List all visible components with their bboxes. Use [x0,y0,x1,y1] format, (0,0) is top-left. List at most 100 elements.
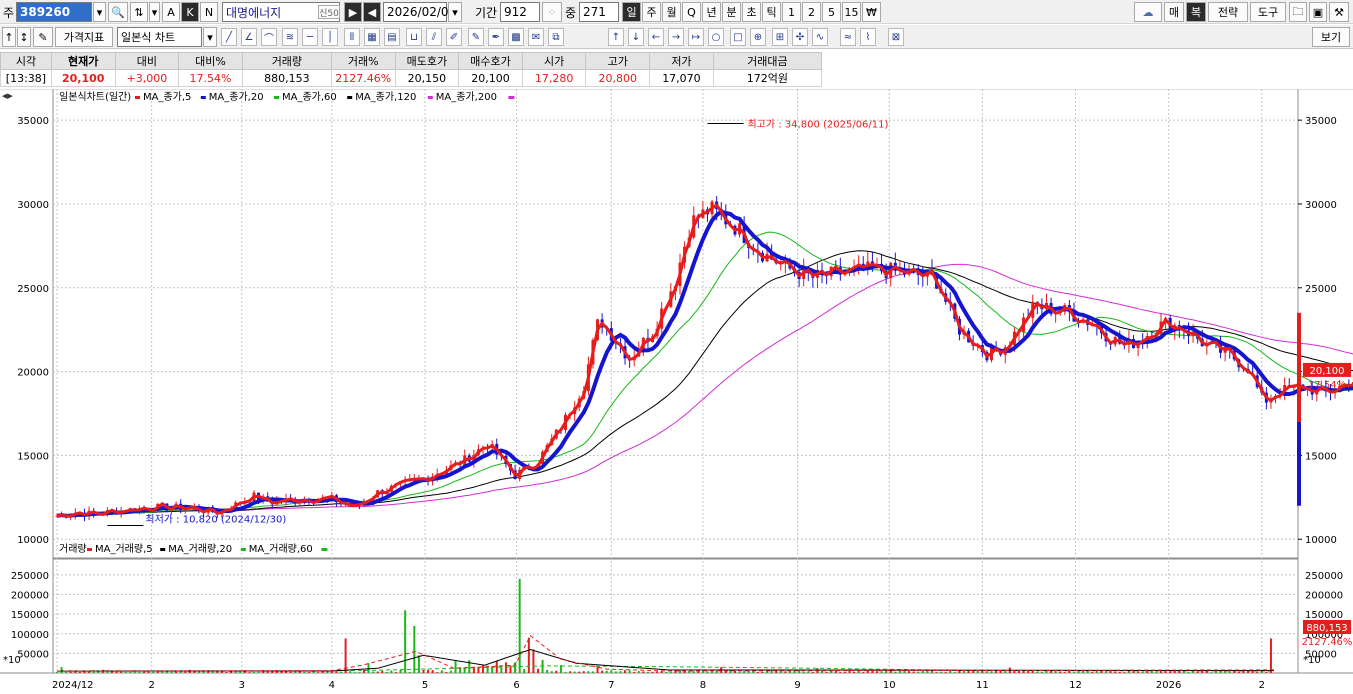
type-button-k[interactable]: K [181,2,199,22]
fit-tool-icon[interactable]: ⊞ [772,28,788,46]
quote-table: 시각 현재가 대비 대비% 거래량 거래% 매도호가 매수호가 시가 고가 저가 거래대금 [13:3… [0,52,823,88]
wave2-tool-icon[interactable]: ≈ [840,28,856,46]
period-input[interactable]: 912 [500,2,540,22]
volume-bar [404,610,407,673]
price-legend-swatch [135,96,140,99]
volume-bar [408,672,411,673]
volume-bar [372,671,375,673]
period-spin-icon[interactable]: ⁘ [542,2,562,22]
quote-value-cell: 17,070 [649,69,714,87]
view-button[interactable]: 보기 [1312,27,1350,47]
volume-tick-label-left: 100000 [11,630,49,641]
volume-bar [1114,671,1117,673]
edit-icon[interactable]: ✎ [33,27,53,47]
chart-type-select[interactable]: 일본식 차트 [117,27,202,47]
pen-tool-icon[interactable]: ✐ [446,28,462,46]
down-tool-icon[interactable]: ↓ [628,28,644,46]
fan-tool-icon[interactable]: ≋ [282,28,298,46]
circle-tool-icon[interactable]: ○ [708,28,724,46]
stock-code-input[interactable]: 389260 [16,2,92,22]
stock-chart[interactable]: 35000 35000 30000 30000 25000 25000 20000 20000… [0,88,1353,694]
indicator-button[interactable]: 가격지표 [55,27,113,47]
angle-tool-icon[interactable]: ∠ [241,28,257,46]
chart-area[interactable]: 35000 35000 30000 30000 25000 25000 20000 20000… [0,88,1353,694]
code-dropdown-icon[interactable]: ▾ [93,2,106,22]
zoom-tool-icon[interactable]: ⊕ [750,28,766,46]
compound-button[interactable]: 복 [1186,2,1206,22]
price-tick-label-left: 10000 [17,535,49,546]
sort-icon[interactable]: ⇅ [130,2,148,22]
chart-type-dropdown-icon[interactable]: ▾ [203,27,217,47]
target-tool-icon[interactable]: ✣ [792,28,808,46]
cycle-tool-icon[interactable]: ⫽ [426,28,442,46]
next-stock-button[interactable]: ▶ [344,2,362,22]
quote-header-cell: 현재가 [50,52,116,70]
type-button-n[interactable]: N [200,2,218,22]
mark-tool-icon[interactable]: ⊠ [888,28,904,46]
volume-bar [60,667,63,673]
timeframe-button[interactable]: 2 [802,2,821,22]
new-search-button[interactable]: 신50 [318,5,340,19]
sort-dropdown-icon[interactable]: ▾ [149,2,160,22]
volume-bar [967,671,970,673]
cloud-icon[interactable]: ☁ [1134,2,1162,22]
price-legend-item-label: MA_종가,120 [355,91,416,103]
zigzag-tool-icon[interactable]: ⌇ [860,28,876,46]
date-dropdown-icon[interactable]: ▾ [448,2,462,22]
timeframe-button[interactable]: 일 [622,2,641,22]
buy-button[interactable]: 매 [1164,2,1184,22]
timeframe-button[interactable]: 월 [662,2,681,22]
save-icon[interactable]: ▣ [1309,2,1327,22]
wrench-icon[interactable]: ⚒ [1329,2,1349,22]
up-arrow-icon[interactable]: ↑ [2,27,16,47]
price-tick-label-left: 20000 [17,368,49,379]
volume-bar [1251,670,1254,673]
timeframe-button[interactable]: ₩ [862,2,881,22]
tools-button[interactable]: 도구 [1250,2,1286,22]
volume-bar [752,671,755,673]
fib-tool-icon[interactable]: ⊔ [406,28,422,46]
bars-tool-icon[interactable]: ⦀ [344,28,360,46]
count-input[interactable]: 271 [579,2,619,22]
line-tool-icon[interactable]: ╱ [221,28,237,46]
volume-bar [637,671,640,673]
copy-tool-icon[interactable]: ⧉ [548,28,564,46]
more-tool-icon[interactable]: ↦ [688,28,704,46]
note-tool-icon[interactable]: ✉ [528,28,544,46]
timeframe-button[interactable]: 분 [722,2,741,22]
timeframe-button[interactable]: Q [682,2,701,22]
up-tool-icon[interactable]: ↑ [608,28,624,46]
quote-value-cell: [13:38] [0,69,52,87]
vline-tool-icon[interactable]: │ [322,28,338,46]
hline-tool-icon[interactable]: ─ [302,28,318,46]
timeframe-button[interactable]: 5 [822,2,841,22]
timeframe-button[interactable]: 틱 [762,2,781,22]
timeframe-button[interactable]: 15 [842,2,861,22]
folder-icon[interactable]: 🗀 [1289,2,1307,22]
strategy-button[interactable]: 전략 [1208,2,1248,22]
table-tool-icon[interactable]: ▤ [384,28,400,46]
right-tool-icon[interactable]: → [668,28,684,46]
rect-tool-icon[interactable]: □ [730,28,746,46]
brush-tool-icon[interactable]: ✎ [468,28,484,46]
updown-arrow-icon[interactable]: ↕ [17,27,31,47]
timeframe-button[interactable]: 주 [642,2,661,22]
color-tool-icon[interactable]: ▩ [508,28,524,46]
paint-tool-icon[interactable]: ✒ [488,28,504,46]
wave-tool-icon[interactable]: ∿ [812,28,828,46]
search-icon[interactable]: 🔍 [108,2,128,22]
volume-bar [834,670,837,673]
timeframe-button[interactable]: 년 [702,2,721,22]
timeframe-button[interactable]: 1 [782,2,801,22]
date-input[interactable]: 2026/02/04 [383,2,456,22]
left-tool-icon[interactable]: ← [648,28,664,46]
type-button-a[interactable]: A [162,2,180,22]
volume-bar [1196,671,1199,673]
grid-tool-icon[interactable]: ▦ [364,28,380,46]
arc-tool-icon[interactable]: ⌒ [261,28,277,46]
volume-bar [1141,671,1144,673]
volume-bar [871,671,874,673]
timeframe-button[interactable]: 초 [742,2,761,22]
volume-bar [605,670,608,673]
prev-stock-button[interactable]: ◀ [363,2,381,22]
